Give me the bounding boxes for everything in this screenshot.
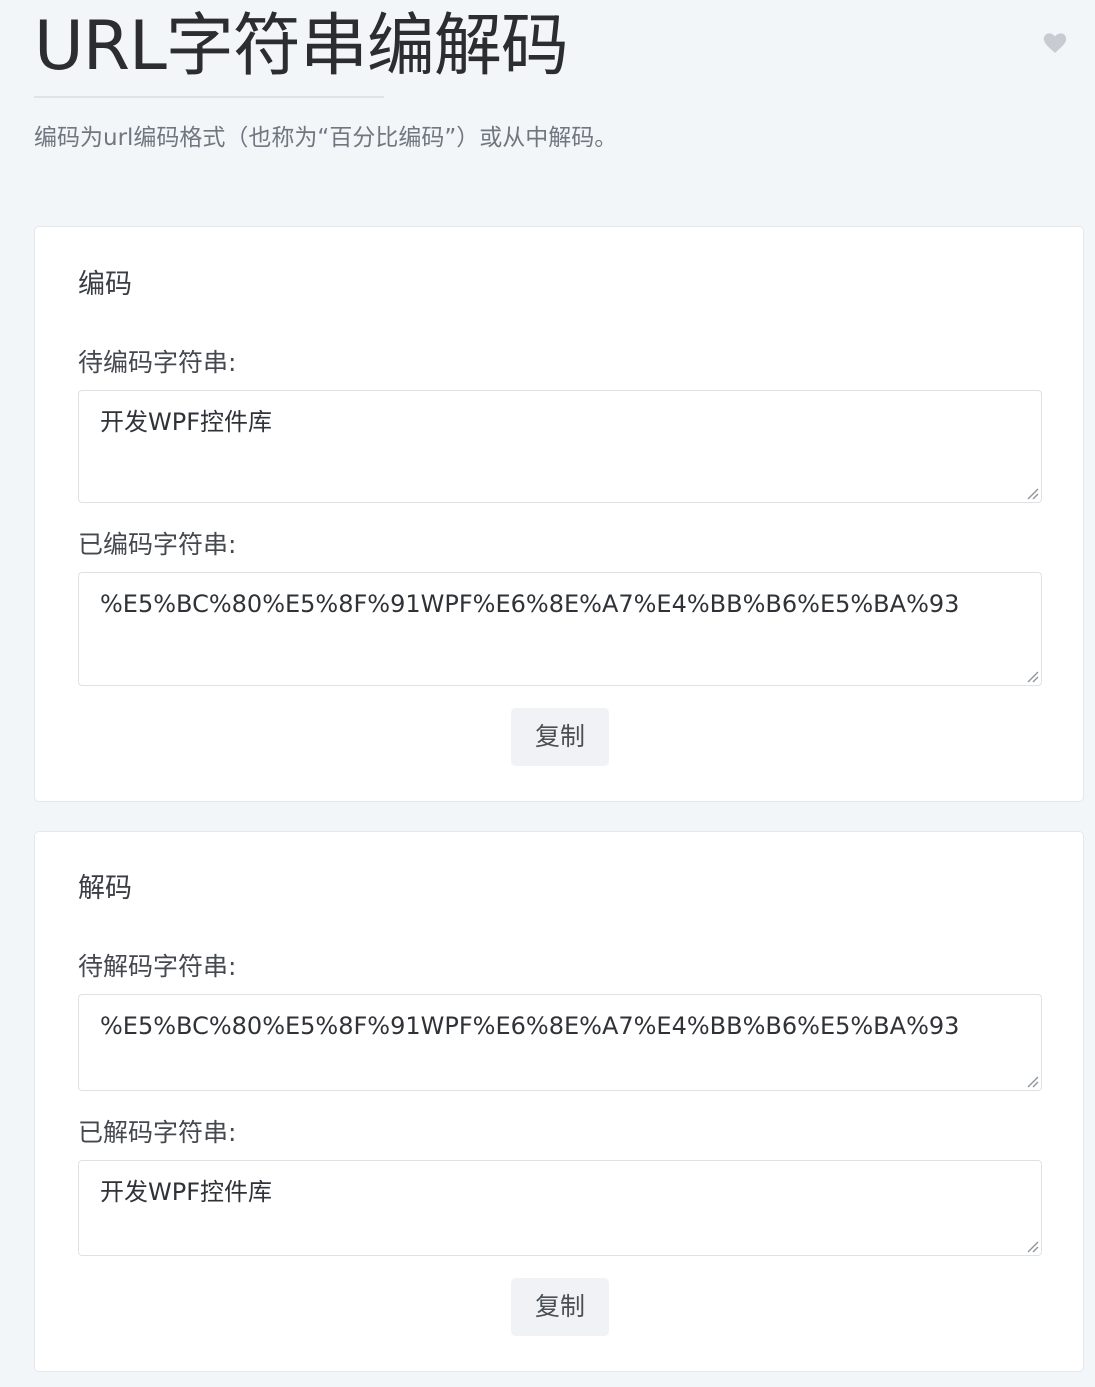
decode-input-label: 待解码字符串: [78,952,237,981]
decode-copy-button[interactable]: 复制 [511,1278,609,1336]
encode-output-value: %E5%BC%80%E5%8F%91WPF%E6%8E%A7%E4%BB%B6%… [100,590,960,618]
encode-output-textarea[interactable]: %E5%BC%80%E5%8F%91WPF%E6%8E%A7%E4%BB%B6%… [78,572,1042,686]
encode-card: 编码 待编码字符串: 开发WPF控件库 已编码字符串: %E5%BC%80%E5… [34,226,1084,802]
decode-input-textarea[interactable]: %E5%BC%80%E5%8F%91WPF%E6%8E%A7%E4%BB%B6%… [78,994,1042,1091]
decode-output-textarea[interactable]: 开发WPF控件库 [78,1160,1042,1256]
encode-input-value: 开发WPF控件库 [100,408,273,436]
resize-handle-icon[interactable] [1025,1074,1039,1088]
decode-output-label: 已解码字符串: [78,1118,237,1147]
decode-card-title: 解码 [78,873,132,904]
resize-handle-icon[interactable] [1025,1239,1039,1253]
resize-handle-icon[interactable] [1025,669,1039,683]
decode-card: 解码 待解码字符串: %E5%BC%80%E5%8F%91WPF%E6%8E%A… [34,831,1084,1372]
heart-icon[interactable] [1043,32,1067,54]
decode-input-value: %E5%BC%80%E5%8F%91WPF%E6%8E%A7%E4%BB%B6%… [100,1012,960,1040]
title-underline [34,96,384,98]
encode-input-label: 待编码字符串: [78,348,237,377]
encode-input-textarea[interactable]: 开发WPF控件库 [78,390,1042,503]
encode-card-title: 编码 [78,269,132,300]
encode-copy-button[interactable]: 复制 [511,708,609,766]
resize-handle-icon[interactable] [1025,486,1039,500]
decode-output-value: 开发WPF控件库 [100,1178,273,1206]
page-subtitle: 编码为url编码格式（也称为“百分比编码”）或从中解码。 [34,125,618,151]
encode-output-label: 已编码字符串: [78,530,237,559]
url-codec-page: URL字符串编解码 编码为url编码格式（也称为“百分比编码”）或从中解码。 编… [0,0,1095,1387]
page-title: URL字符串编解码 [34,7,569,86]
